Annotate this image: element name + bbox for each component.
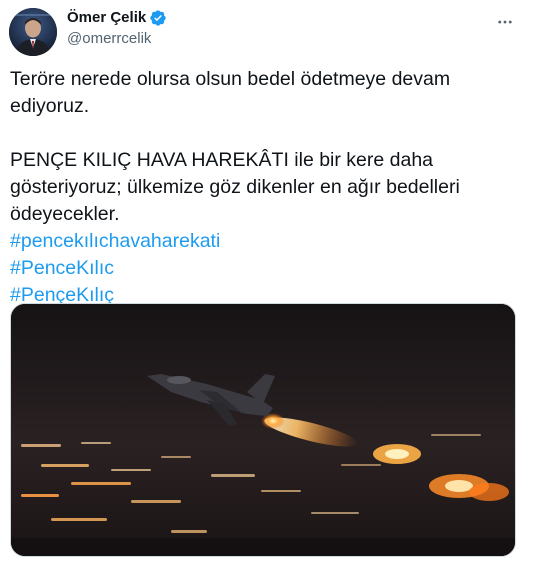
name-row: Ömer Çelik xyxy=(67,8,167,28)
tweet-text-line2: PENÇE KILIÇ HAVA HAREKÂTI ile bir kere d… xyxy=(10,149,460,225)
hashtag-link[interactable]: #pencekılıchavaharekati xyxy=(10,228,510,255)
tweet-media-photo[interactable] xyxy=(10,303,516,557)
verified-badge-icon xyxy=(149,9,167,27)
tweet-text-line1: Teröre nerede olursa olsun bedel ödetmey… xyxy=(10,68,451,117)
tweet: Ömer Çelik @omerrcelik Teröre nerede olu… xyxy=(0,0,533,570)
tweet-text: Teröre nerede olursa olsun bedel ödetmey… xyxy=(10,66,510,309)
display-name[interactable]: Ömer Çelik xyxy=(67,8,146,28)
handle[interactable]: @omerrcelik xyxy=(67,29,167,49)
author-block: Ömer Çelik @omerrcelik xyxy=(67,8,167,49)
hashtag-link[interactable]: #PenceKılıc xyxy=(10,255,510,282)
avatar[interactable] xyxy=(9,8,57,56)
fighter-jet-night-takeoff-image xyxy=(11,304,515,556)
more-horizontal-icon[interactable] xyxy=(491,8,519,36)
